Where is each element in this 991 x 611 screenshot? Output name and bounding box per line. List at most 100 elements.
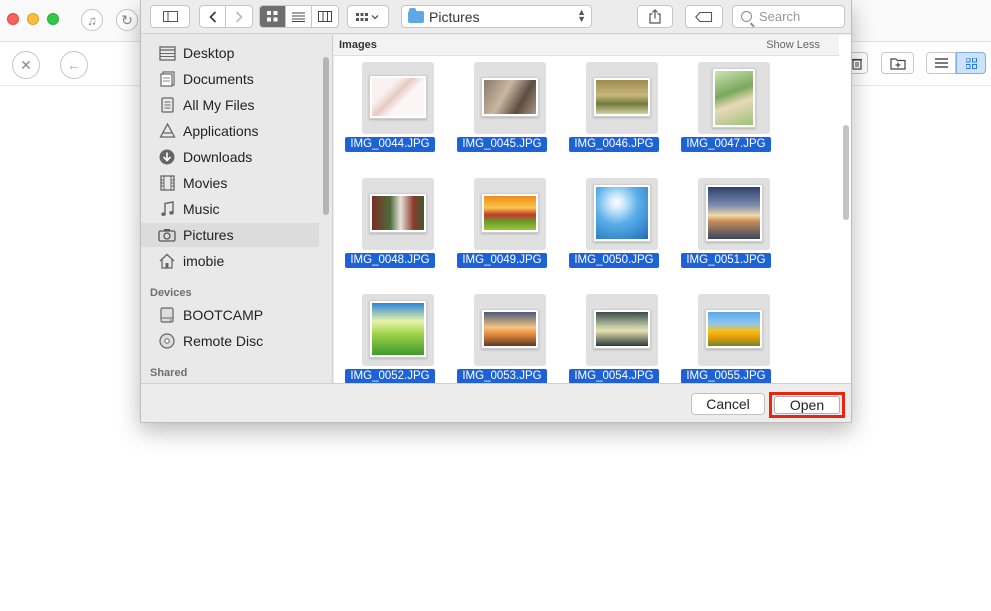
share-icon[interactable]	[637, 5, 673, 28]
image-thumbnail	[369, 300, 427, 358]
search-field[interactable]: Search	[732, 5, 845, 28]
sidebar-item-movies[interactable]: Movies	[141, 171, 319, 195]
sidebar-item-imobie[interactable]: imobie	[141, 249, 319, 273]
close-circle-icon[interactable]: ✕	[12, 51, 40, 79]
sidebar-item-label: Movies	[183, 175, 228, 191]
dialog-button-bar: Cancel Open	[141, 383, 851, 422]
file-item[interactable]: IMG_0051.JPG	[681, 178, 793, 278]
file-name: IMG_0044.JPG	[345, 137, 435, 152]
file-name: IMG_0045.JPG	[457, 137, 547, 152]
refresh-icon[interactable]: ↻	[116, 9, 138, 31]
forward-chevron-icon[interactable]	[226, 6, 252, 27]
movies-icon	[158, 175, 176, 191]
file-item[interactable]: IMG_0050.JPG	[569, 178, 681, 278]
image-thumbnail	[712, 68, 756, 128]
image-thumbnail	[705, 184, 763, 242]
file-name: IMG_0051.JPG	[681, 253, 771, 268]
sidebar-item-all-my-files[interactable]: All My Files	[141, 93, 319, 117]
file-item[interactable]: IMG_0054.JPG	[569, 294, 681, 383]
file-item[interactable]: IMG_0049.JPG	[457, 178, 569, 278]
camera-icon	[158, 227, 176, 243]
music-note-icon[interactable]: ♫	[81, 9, 103, 31]
sidebar-item-desktop[interactable]: Desktop	[141, 41, 319, 65]
window-zoom-icon[interactable]	[47, 13, 59, 25]
arrange-menu-icon[interactable]	[347, 5, 389, 28]
open-button[interactable]: Open	[774, 396, 840, 414]
image-thumbnail	[369, 193, 427, 233]
all-files-icon	[158, 97, 176, 113]
sidebar-toggle-icon[interactable]	[150, 5, 190, 28]
list-view-icon[interactable]	[926, 52, 956, 74]
file-item[interactable]: IMG_0044.JPG	[345, 62, 457, 162]
file-name: IMG_0050.JPG	[569, 253, 659, 268]
shared-heading: Shared	[150, 367, 188, 379]
file-name: IMG_0055.JPG	[681, 369, 771, 383]
image-thumbnail	[593, 184, 651, 242]
tag-icon[interactable]	[685, 5, 723, 28]
sidebar-item-bootcamp[interactable]: BOOTCAMP	[141, 303, 319, 327]
nav-back-forward	[199, 5, 253, 28]
file-item[interactable]: IMG_0047.JPG	[681, 62, 793, 162]
folder-icon	[408, 7, 424, 23]
section-header: Images Show Less	[334, 35, 839, 56]
sidebar-item-documents[interactable]: Documents	[141, 67, 319, 91]
back-arrow-icon[interactable]: ←	[60, 51, 88, 79]
search-icon	[741, 11, 752, 22]
window-close-icon[interactable]	[7, 13, 19, 25]
disc-icon	[158, 333, 176, 349]
list-view-icon[interactable]	[286, 6, 312, 27]
sidebar-item-label: Downloads	[183, 149, 253, 165]
dialog-toolbar: Pictures ▲ ▼ Search	[141, 0, 851, 34]
image-thumbnail	[481, 77, 539, 117]
back-chevron-icon[interactable]	[200, 6, 226, 27]
file-item[interactable]: IMG_0045.JPG	[457, 62, 569, 162]
sidebar-item-label: All My Files	[183, 97, 255, 113]
sidebar-item-applications[interactable]: Applications	[141, 119, 319, 143]
sidebar-item-label: Applications	[183, 123, 259, 139]
music-icon	[158, 201, 176, 217]
icon-view-icon[interactable]	[260, 6, 286, 27]
content-scrollbar[interactable]	[843, 125, 849, 220]
path-popup[interactable]: Pictures ▲ ▼	[401, 5, 592, 28]
image-thumbnail	[705, 309, 763, 349]
sidebar-item-label: imobie	[183, 253, 225, 269]
drive-icon	[158, 307, 176, 323]
sidebar-item-downloads[interactable]: Downloads	[141, 145, 319, 169]
sidebar-item-label: Desktop	[183, 45, 235, 61]
applications-icon	[158, 123, 176, 139]
sidebar-item-label: Documents	[183, 71, 254, 87]
image-thumbnail	[481, 193, 539, 233]
documents-icon	[158, 71, 176, 87]
sidebar-item-music[interactable]: Music	[141, 197, 319, 221]
sidebar-item-pictures[interactable]: Pictures	[141, 223, 319, 247]
window-minimize-icon[interactable]	[27, 13, 39, 25]
file-item[interactable]: IMG_0053.JPG	[457, 294, 569, 383]
sidebar-scrollbar[interactable]	[323, 57, 329, 215]
new-folder-icon[interactable]	[881, 52, 914, 74]
file-name: IMG_0047.JPG	[681, 137, 771, 152]
file-browser: Images Show Less IMG_0044.JPG IMG_0045.J…	[334, 35, 851, 383]
cancel-button[interactable]: Cancel	[691, 393, 765, 415]
search-placeholder: Search	[759, 9, 801, 24]
sidebar-item-label: BOOTCAMP	[183, 307, 264, 323]
sidebar: Desktop Documents All My Files Applicati…	[141, 35, 333, 383]
file-name: IMG_0054.JPG	[569, 369, 659, 383]
sidebar-item-remote-disc[interactable]: Remote Disc	[141, 329, 319, 353]
column-view-icon[interactable]	[312, 6, 338, 27]
file-item[interactable]: IMG_0055.JPG	[681, 294, 793, 383]
sidebar-item-label: Remote Disc	[183, 333, 264, 349]
section-label: Images	[339, 39, 377, 51]
downloads-icon	[158, 149, 176, 165]
grid-view-icon[interactable]	[956, 52, 986, 74]
sidebar-item-label: Music	[183, 201, 220, 217]
image-thumbnail	[593, 77, 651, 117]
file-name: IMG_0046.JPG	[569, 137, 659, 152]
file-name: IMG_0049.JPG	[457, 253, 547, 268]
view-mode-selector	[259, 5, 339, 28]
file-item[interactable]: IMG_0052.JPG	[345, 294, 457, 383]
file-item[interactable]: IMG_0046.JPG	[569, 62, 681, 162]
image-thumbnail	[593, 309, 651, 349]
show-less-link[interactable]: Show Less	[766, 39, 820, 51]
image-thumbnail	[481, 309, 539, 349]
file-item[interactable]: IMG_0048.JPG	[345, 178, 457, 278]
